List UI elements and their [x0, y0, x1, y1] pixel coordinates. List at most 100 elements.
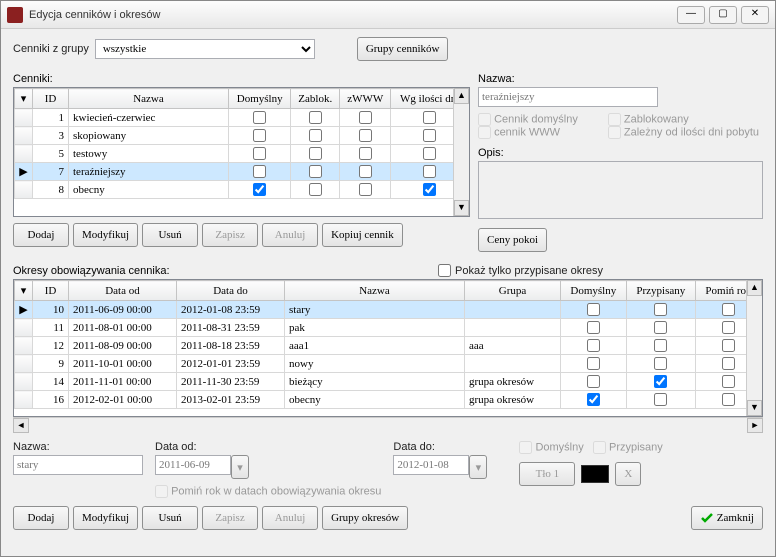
- table-row[interactable]: 142011-11-01 00:002011-11-30 23:59bieżąc…: [15, 373, 762, 391]
- okresy-label: Okresy obowiązywania cennika:: [13, 265, 170, 277]
- grid-checkbox[interactable]: [654, 339, 667, 352]
- detail-name-input: [478, 87, 658, 107]
- detail-default-checkbox: [478, 113, 491, 126]
- grid-checkbox[interactable]: [587, 357, 600, 370]
- grid-checkbox[interactable]: [423, 147, 436, 160]
- table-row[interactable]: 5testowy: [15, 145, 469, 163]
- table-row[interactable]: 122011-08-09 00:002011-08-18 23:59aaa1aa…: [15, 337, 762, 355]
- grid-checkbox[interactable]: [253, 111, 266, 124]
- ceny-pokoi-button[interactable]: Ceny pokoi: [478, 228, 547, 252]
- tlo-button: Tło 1: [519, 462, 575, 486]
- grid-checkbox[interactable]: [654, 303, 667, 316]
- scroll-up-icon[interactable]: ▲: [747, 280, 762, 296]
- scroll-left-icon[interactable]: ◄: [13, 418, 29, 433]
- cenniki-copy-button[interactable]: Kopiuj cennik: [322, 223, 403, 247]
- cenniki-modify-button[interactable]: Modyfikuj: [73, 223, 138, 247]
- group-select[interactable]: wszystkie: [95, 39, 315, 59]
- close-window-button[interactable]: ✕: [741, 6, 769, 24]
- table-row[interactable]: ▶7teraźniejszy: [15, 163, 469, 181]
- okresy-grid[interactable]: ▾IDData odData doNazwaGrupaDomyślnyPrzyp…: [13, 279, 763, 417]
- okres-do-picker: ▾: [469, 455, 487, 479]
- grid-checkbox[interactable]: [309, 111, 322, 124]
- okresy-scrollbar[interactable]: ▲ ▼: [746, 280, 762, 416]
- grid-checkbox[interactable]: [359, 147, 372, 160]
- table-row[interactable]: ▶102011-06-09 00:002012-01-08 23:59stary: [15, 301, 762, 319]
- cenniki-delete-button[interactable]: Usuń: [142, 223, 198, 247]
- grid-checkbox[interactable]: [359, 129, 372, 142]
- detail-default-label: Cennik domyślny: [494, 113, 578, 125]
- color-preview: [581, 465, 609, 483]
- zamknij-button[interactable]: Zamknij: [691, 506, 763, 530]
- okres-do-label: Data do:: [393, 441, 487, 453]
- grid-checkbox[interactable]: [309, 165, 322, 178]
- grid-checkbox[interactable]: [654, 393, 667, 406]
- grid-checkbox[interactable]: [722, 303, 735, 316]
- grid-checkbox[interactable]: [654, 375, 667, 388]
- detail-opis-label: Opis:: [478, 147, 763, 159]
- grid-checkbox[interactable]: [722, 321, 735, 334]
- grid-checkbox[interactable]: [654, 321, 667, 334]
- table-row[interactable]: 162012-02-01 00:002013-02-01 23:59obecny…: [15, 391, 762, 409]
- grid-checkbox[interactable]: [587, 321, 600, 334]
- grid-checkbox[interactable]: [587, 303, 600, 316]
- okresy-filter-checkbox[interactable]: [438, 264, 451, 277]
- table-row[interactable]: 112011-08-01 00:002011-08-31 23:59pak: [15, 319, 762, 337]
- detail-depends-checkbox: [608, 126, 621, 139]
- grid-checkbox[interactable]: [722, 393, 735, 406]
- grid-checkbox[interactable]: [423, 183, 436, 196]
- detail-opis-textarea: [478, 161, 763, 219]
- okres-default-label: Domyślny: [535, 441, 583, 453]
- grid-checkbox[interactable]: [423, 129, 436, 142]
- scroll-down-icon[interactable]: ▼: [454, 200, 469, 216]
- grid-checkbox[interactable]: [587, 375, 600, 388]
- grid-checkbox[interactable]: [423, 111, 436, 124]
- grid-checkbox[interactable]: [253, 183, 266, 196]
- table-row[interactable]: 92011-10-01 00:002012-01-01 23:59nowy: [15, 355, 762, 373]
- cenniki-add-button[interactable]: Dodaj: [13, 223, 69, 247]
- grid-checkbox[interactable]: [309, 183, 322, 196]
- okres-name-input: [13, 455, 143, 475]
- grid-checkbox[interactable]: [309, 147, 322, 160]
- grid-checkbox[interactable]: [309, 129, 322, 142]
- grid-checkbox[interactable]: [587, 393, 600, 406]
- grid-checkbox[interactable]: [722, 339, 735, 352]
- cenniki-grid[interactable]: ▾IDNazwaDomyślnyZablok.zWWWWg ilości dni…: [13, 87, 470, 217]
- grid-checkbox[interactable]: [359, 183, 372, 196]
- grid-checkbox[interactable]: [253, 165, 266, 178]
- groups-button[interactable]: Grupy cenników: [357, 37, 449, 61]
- color-clear-button: X: [615, 462, 641, 486]
- table-row[interactable]: 3skopiowany: [15, 127, 469, 145]
- grid-checkbox[interactable]: [359, 165, 372, 178]
- okresy-filter-label: Pokaż tylko przypisane okresy: [455, 265, 603, 277]
- app-icon: [7, 7, 23, 23]
- cenniki-scrollbar[interactable]: ▲ ▼: [453, 88, 469, 216]
- grid-checkbox[interactable]: [722, 375, 735, 388]
- grid-checkbox[interactable]: [253, 147, 266, 160]
- scroll-down-icon[interactable]: ▼: [747, 400, 762, 416]
- okres-delete-button[interactable]: Usuń: [142, 506, 198, 530]
- okresy-hscroll[interactable]: ◄ ►: [13, 417, 763, 433]
- cenniki-save-button: Zapisz: [202, 223, 258, 247]
- table-row[interactable]: 1kwiecień-czerwiec: [15, 109, 469, 127]
- okres-groups-button[interactable]: Grupy okresów: [322, 506, 408, 530]
- okres-modify-button[interactable]: Modyfikuj: [73, 506, 138, 530]
- cenniki-cancel-button: Anuluj: [262, 223, 318, 247]
- grid-checkbox[interactable]: [359, 111, 372, 124]
- grid-checkbox[interactable]: [587, 339, 600, 352]
- maximize-button[interactable]: ▢: [709, 6, 737, 24]
- window-title: Edycja cenników i okresów: [29, 9, 673, 21]
- okres-add-button[interactable]: Dodaj: [13, 506, 69, 530]
- window: Edycja cenników i okresów — ▢ ✕ Cenniki …: [0, 0, 776, 557]
- minimize-button[interactable]: —: [677, 6, 705, 24]
- grid-checkbox[interactable]: [253, 129, 266, 142]
- okres-assigned-label: Przypisany: [609, 441, 663, 453]
- scroll-up-icon[interactable]: ▲: [454, 88, 469, 104]
- grid-checkbox[interactable]: [722, 357, 735, 370]
- scroll-right-icon[interactable]: ►: [747, 418, 763, 433]
- okres-default-checkbox: [519, 441, 532, 454]
- okres-name-label: Nazwa:: [13, 441, 143, 453]
- table-row[interactable]: 8obecny: [15, 181, 469, 199]
- grid-checkbox[interactable]: [423, 165, 436, 178]
- grid-checkbox[interactable]: [654, 357, 667, 370]
- detail-blocked-label: Zablokowany: [624, 113, 689, 125]
